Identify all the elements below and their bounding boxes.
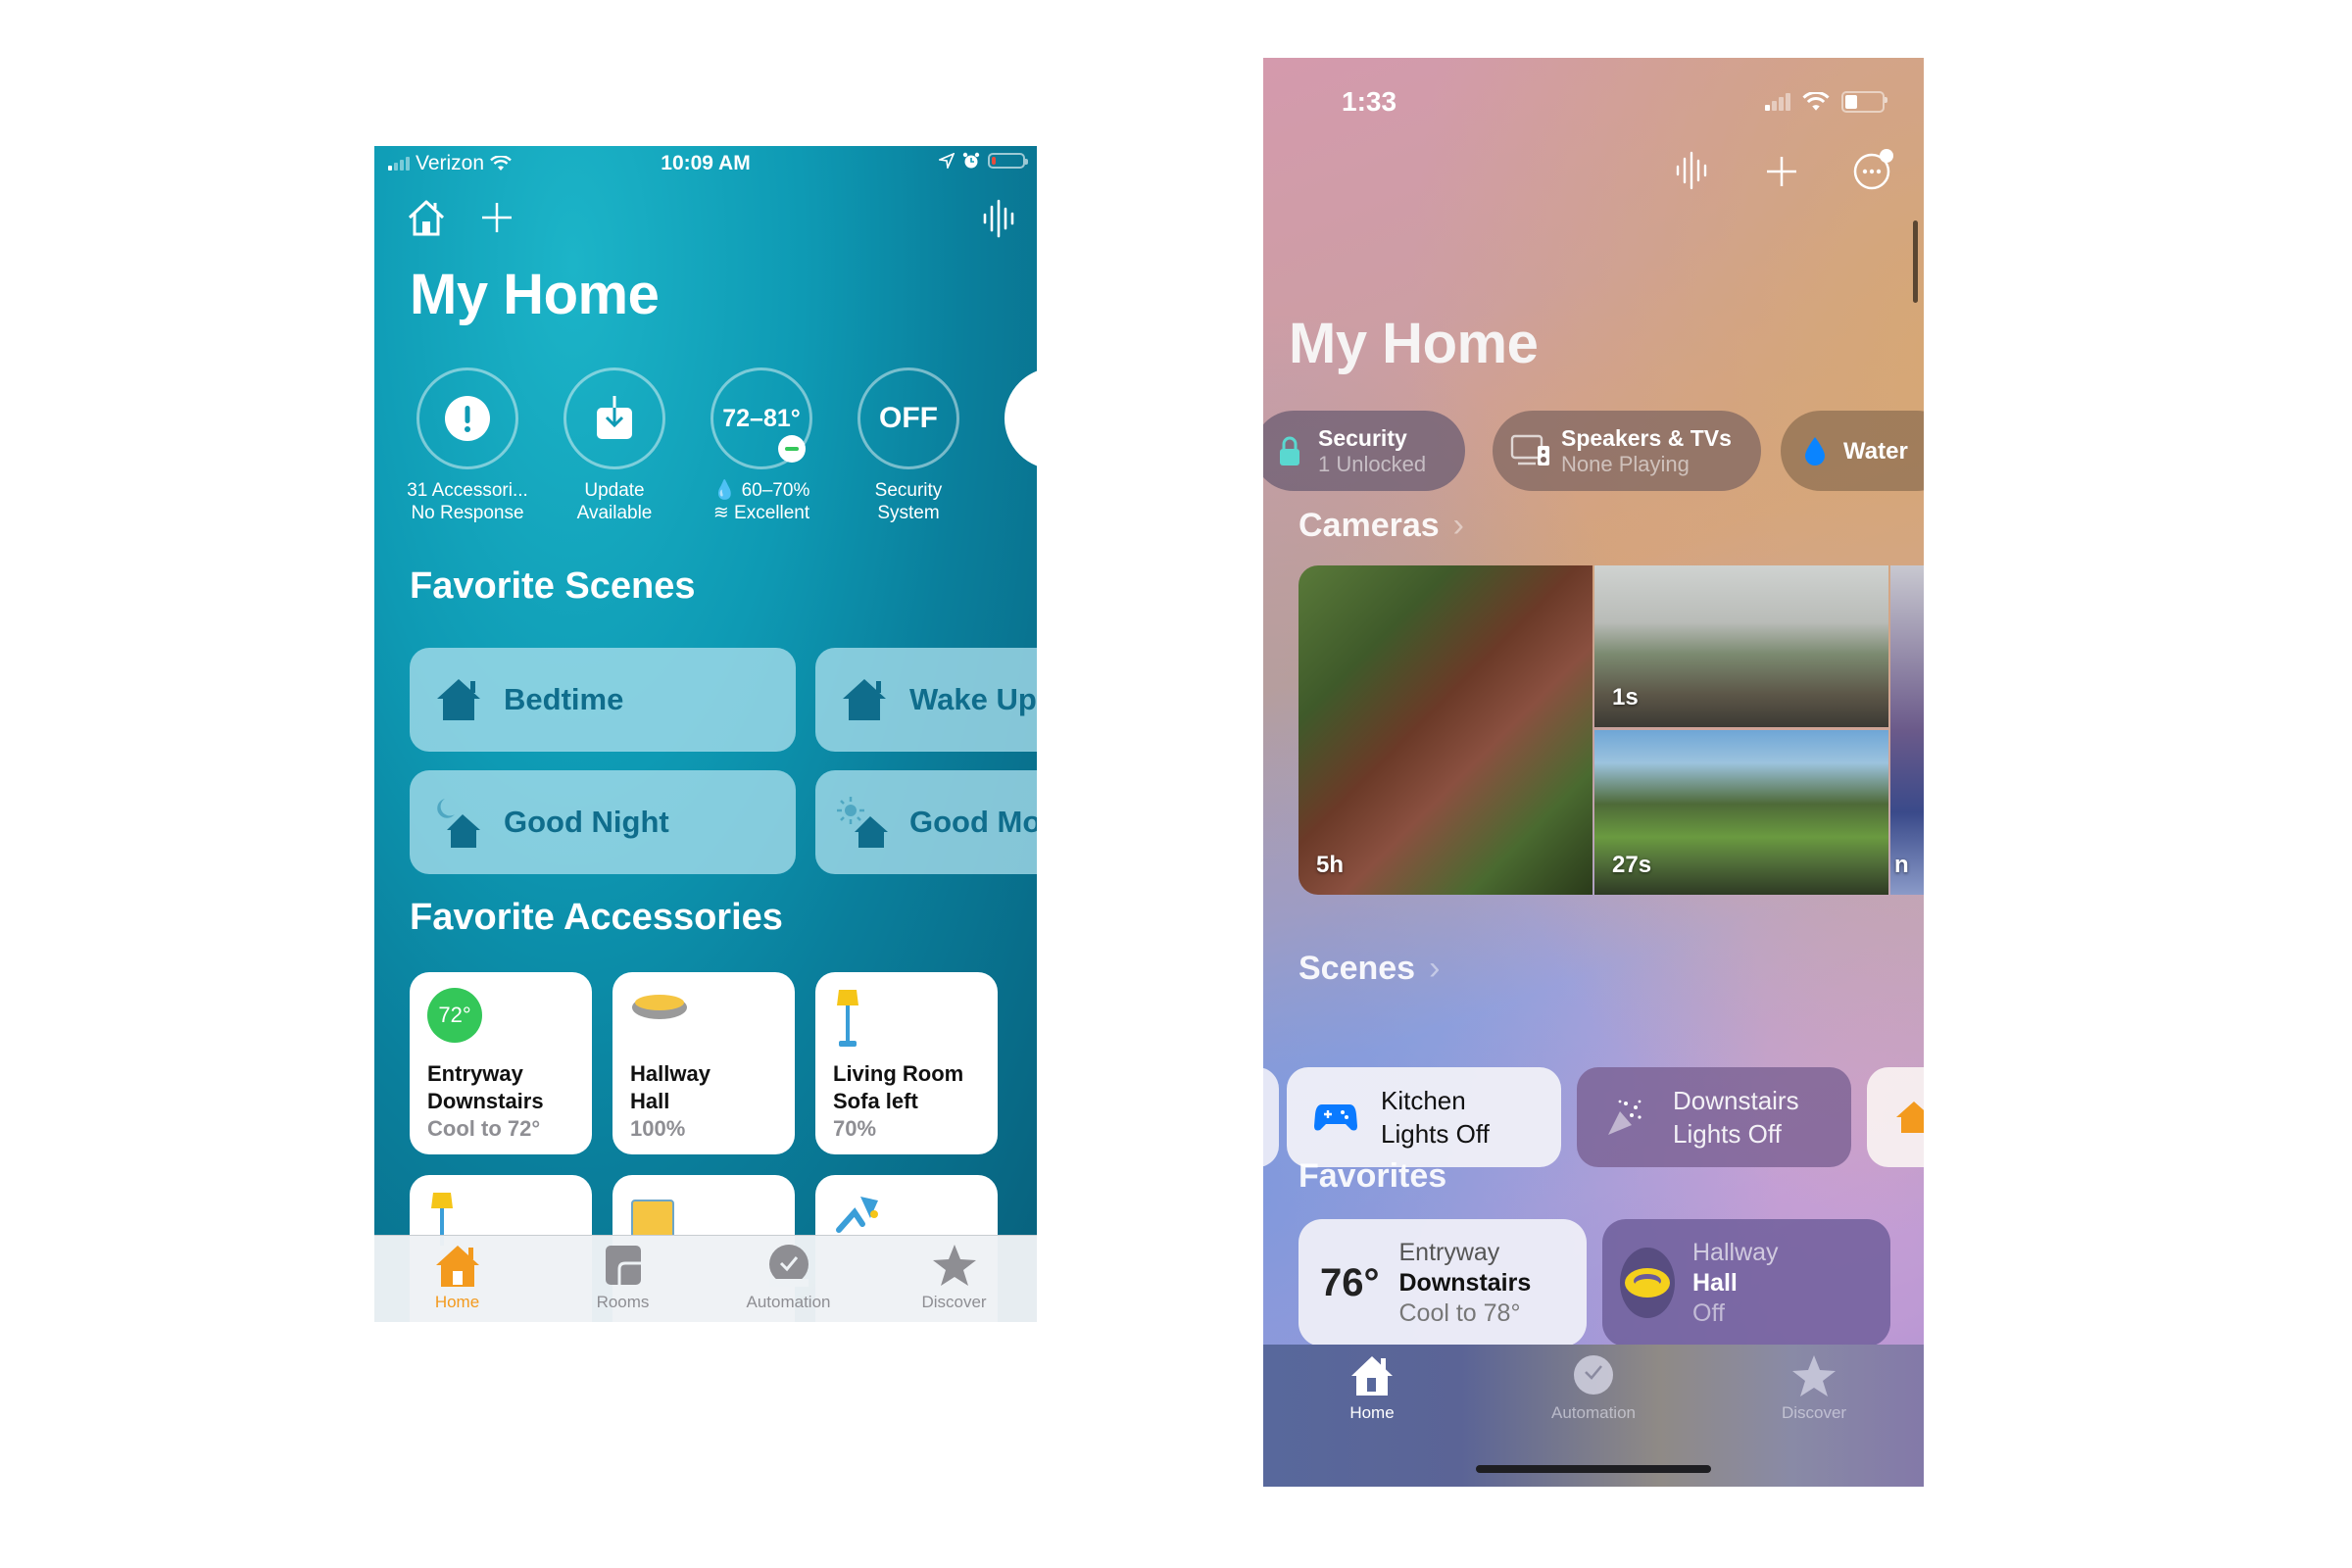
alarm-icon	[962, 152, 980, 169]
thermostat-icon: 72°	[427, 988, 482, 1043]
security-state: OFF	[879, 402, 938, 434]
status-climate[interactable]: 72–81° 💧 60–70% ≋ Excellent	[688, 368, 835, 524]
home-title: My Home	[410, 263, 660, 326]
status-lights[interactable]: 26	[982, 368, 1037, 524]
sun-house-icon	[837, 797, 888, 848]
desk-lamp-icon	[836, 1197, 878, 1233]
favorite-entryway-downstairs[interactable]: 76° Entryway Downstairs Cool to 78°	[1298, 1219, 1587, 1347]
status-no-response[interactable]: 31 Accessori... No Response	[394, 368, 541, 524]
status-bar: Verizon 10:09 AM	[374, 146, 1037, 181]
favorite-hallway-hall[interactable]: Hallway Hall Off	[1602, 1219, 1890, 1347]
scene-good-morning[interactable]: Good Mo	[815, 770, 1037, 874]
exclamation-icon	[445, 396, 490, 441]
humidity-drop-icon: 💧	[712, 480, 737, 501]
home-tab-icon	[435, 1246, 479, 1287]
tab-home[interactable]: Home	[1284, 1354, 1460, 1423]
battery-icon	[988, 153, 1028, 169]
home-status-row: 31 Accessori... No Response Update Availab…	[394, 368, 1037, 524]
air-quality-icon: ≋	[712, 503, 729, 523]
tab-automation[interactable]: Automation	[706, 1236, 871, 1322]
plus-icon[interactable]	[1765, 155, 1798, 188]
automation-clock-icon	[1574, 1355, 1613, 1395]
scene-partial-right[interactable]	[1867, 1067, 1924, 1167]
camera-partial[interactable]: n	[1890, 565, 1924, 895]
rooms-tab-icon	[605, 1246, 641, 1285]
star-icon	[932, 1245, 976, 1286]
clock: 1:33	[1342, 86, 1397, 117]
camera-garden[interactable]: 5h	[1298, 565, 1592, 895]
tab-discover[interactable]: Discover	[871, 1236, 1037, 1322]
light-panel-icon	[631, 1200, 674, 1241]
scene-downstairs-lights-off[interactable]: Downstairs Lights Off	[1577, 1067, 1851, 1167]
pill-water[interactable]: Water	[1781, 411, 1924, 491]
current-temperature: 76°	[1320, 1260, 1380, 1304]
scenes-heading[interactable]: Scenes ›	[1298, 950, 1440, 988]
home-indicator[interactable]	[1476, 1465, 1711, 1473]
wifi-icon	[1802, 92, 1830, 111]
home-title: My Home	[1289, 312, 1539, 375]
cooling-badge	[778, 435, 806, 463]
speaker-tv-icon	[1510, 434, 1549, 466]
tab-automation[interactable]: Automation	[1505, 1354, 1682, 1423]
battery-icon	[1841, 91, 1887, 113]
old-home-app-screen: Verizon 10:09 AM My Home 31 Accessori...…	[374, 146, 1037, 1322]
accessory-living-room-sofa-left[interactable]: Living Room Sofa left 70%	[815, 972, 998, 1154]
plus-icon[interactable]	[480, 201, 514, 234]
status-bar: 1:33	[1263, 58, 1924, 117]
party-popper-icon	[1608, 1100, 1642, 1135]
tab-home[interactable]: Home	[374, 1236, 540, 1322]
lock-open-icon	[1280, 436, 1299, 466]
location-arrow-icon	[939, 153, 955, 169]
pill-security[interactable]: Security 1 Unlocked	[1263, 411, 1465, 491]
scene-kitchen-lights-off[interactable]: Kitchen Lights Off	[1287, 1067, 1561, 1167]
chevron-right-icon: ›	[1429, 950, 1441, 987]
tab-bar: Home Automation Discover	[1263, 1345, 1924, 1487]
scene-wake-up[interactable]: Wake Up	[815, 648, 1037, 752]
ceiling-light-icon	[632, 995, 687, 1019]
accessory-entryway-downstairs[interactable]: 72° Entryway Downstairs Cool to 72°	[410, 972, 592, 1154]
scrollbar[interactable]	[1913, 220, 1918, 303]
favorites-heading: Favorites	[1298, 1157, 1447, 1195]
favorite-scenes-heading: Favorite Scenes	[410, 565, 696, 607]
tab-rooms[interactable]: Rooms	[540, 1236, 706, 1322]
water-drop-icon	[1805, 437, 1825, 466]
moon-house-icon	[437, 799, 480, 848]
signal-icon	[1765, 93, 1790, 111]
intercom-waveform-icon[interactable]	[982, 199, 1017, 238]
download-update-icon	[597, 396, 632, 439]
ceiling-light-icon	[1625, 1268, 1670, 1298]
intercom-waveform-icon[interactable]	[1675, 151, 1710, 190]
status-security[interactable]: OFF Security System	[835, 368, 982, 524]
house-icon	[1896, 1102, 1924, 1133]
new-home-app-screen: 1:33 My Home Security 1 Unlocked Speakers…	[1263, 58, 1924, 1487]
accessory-hallway-hall[interactable]: Hallway Hall 100%	[612, 972, 795, 1154]
game-controller-icon	[1314, 1104, 1357, 1131]
scene-partial-left[interactable]	[1263, 1067, 1279, 1167]
tab-discover[interactable]: Discover	[1726, 1354, 1902, 1423]
automation-clock-icon	[768, 1245, 808, 1287]
chevron-right-icon: ›	[1452, 507, 1464, 544]
status-update-available[interactable]: Update Available	[541, 368, 688, 524]
home-tab-icon	[1351, 1356, 1393, 1396]
floor-lamp-icon	[837, 990, 858, 1047]
star-icon	[1792, 1355, 1836, 1396]
scene-good-night[interactable]: Good Night	[410, 770, 796, 874]
home-icon[interactable]	[406, 197, 447, 238]
camera-porch[interactable]: 1s	[1594, 565, 1888, 727]
scene-bedtime[interactable]: Bedtime	[410, 648, 796, 752]
camera-yard[interactable]: 27s	[1594, 730, 1888, 895]
clock: 10:09 AM	[661, 152, 751, 174]
favorite-accessories-heading: Favorite Accessories	[410, 897, 783, 938]
house-icon	[843, 679, 886, 720]
pill-speakers-tvs[interactable]: Speakers & TVs None Playing	[1493, 411, 1761, 491]
more-ellipsis-icon[interactable]	[1851, 148, 1896, 193]
house-icon	[437, 679, 480, 720]
temperature-range: 72–81°	[722, 404, 801, 432]
cameras-heading[interactable]: Cameras ›	[1298, 507, 1464, 545]
tab-bar: Home Rooms Automation Discover	[374, 1235, 1037, 1322]
